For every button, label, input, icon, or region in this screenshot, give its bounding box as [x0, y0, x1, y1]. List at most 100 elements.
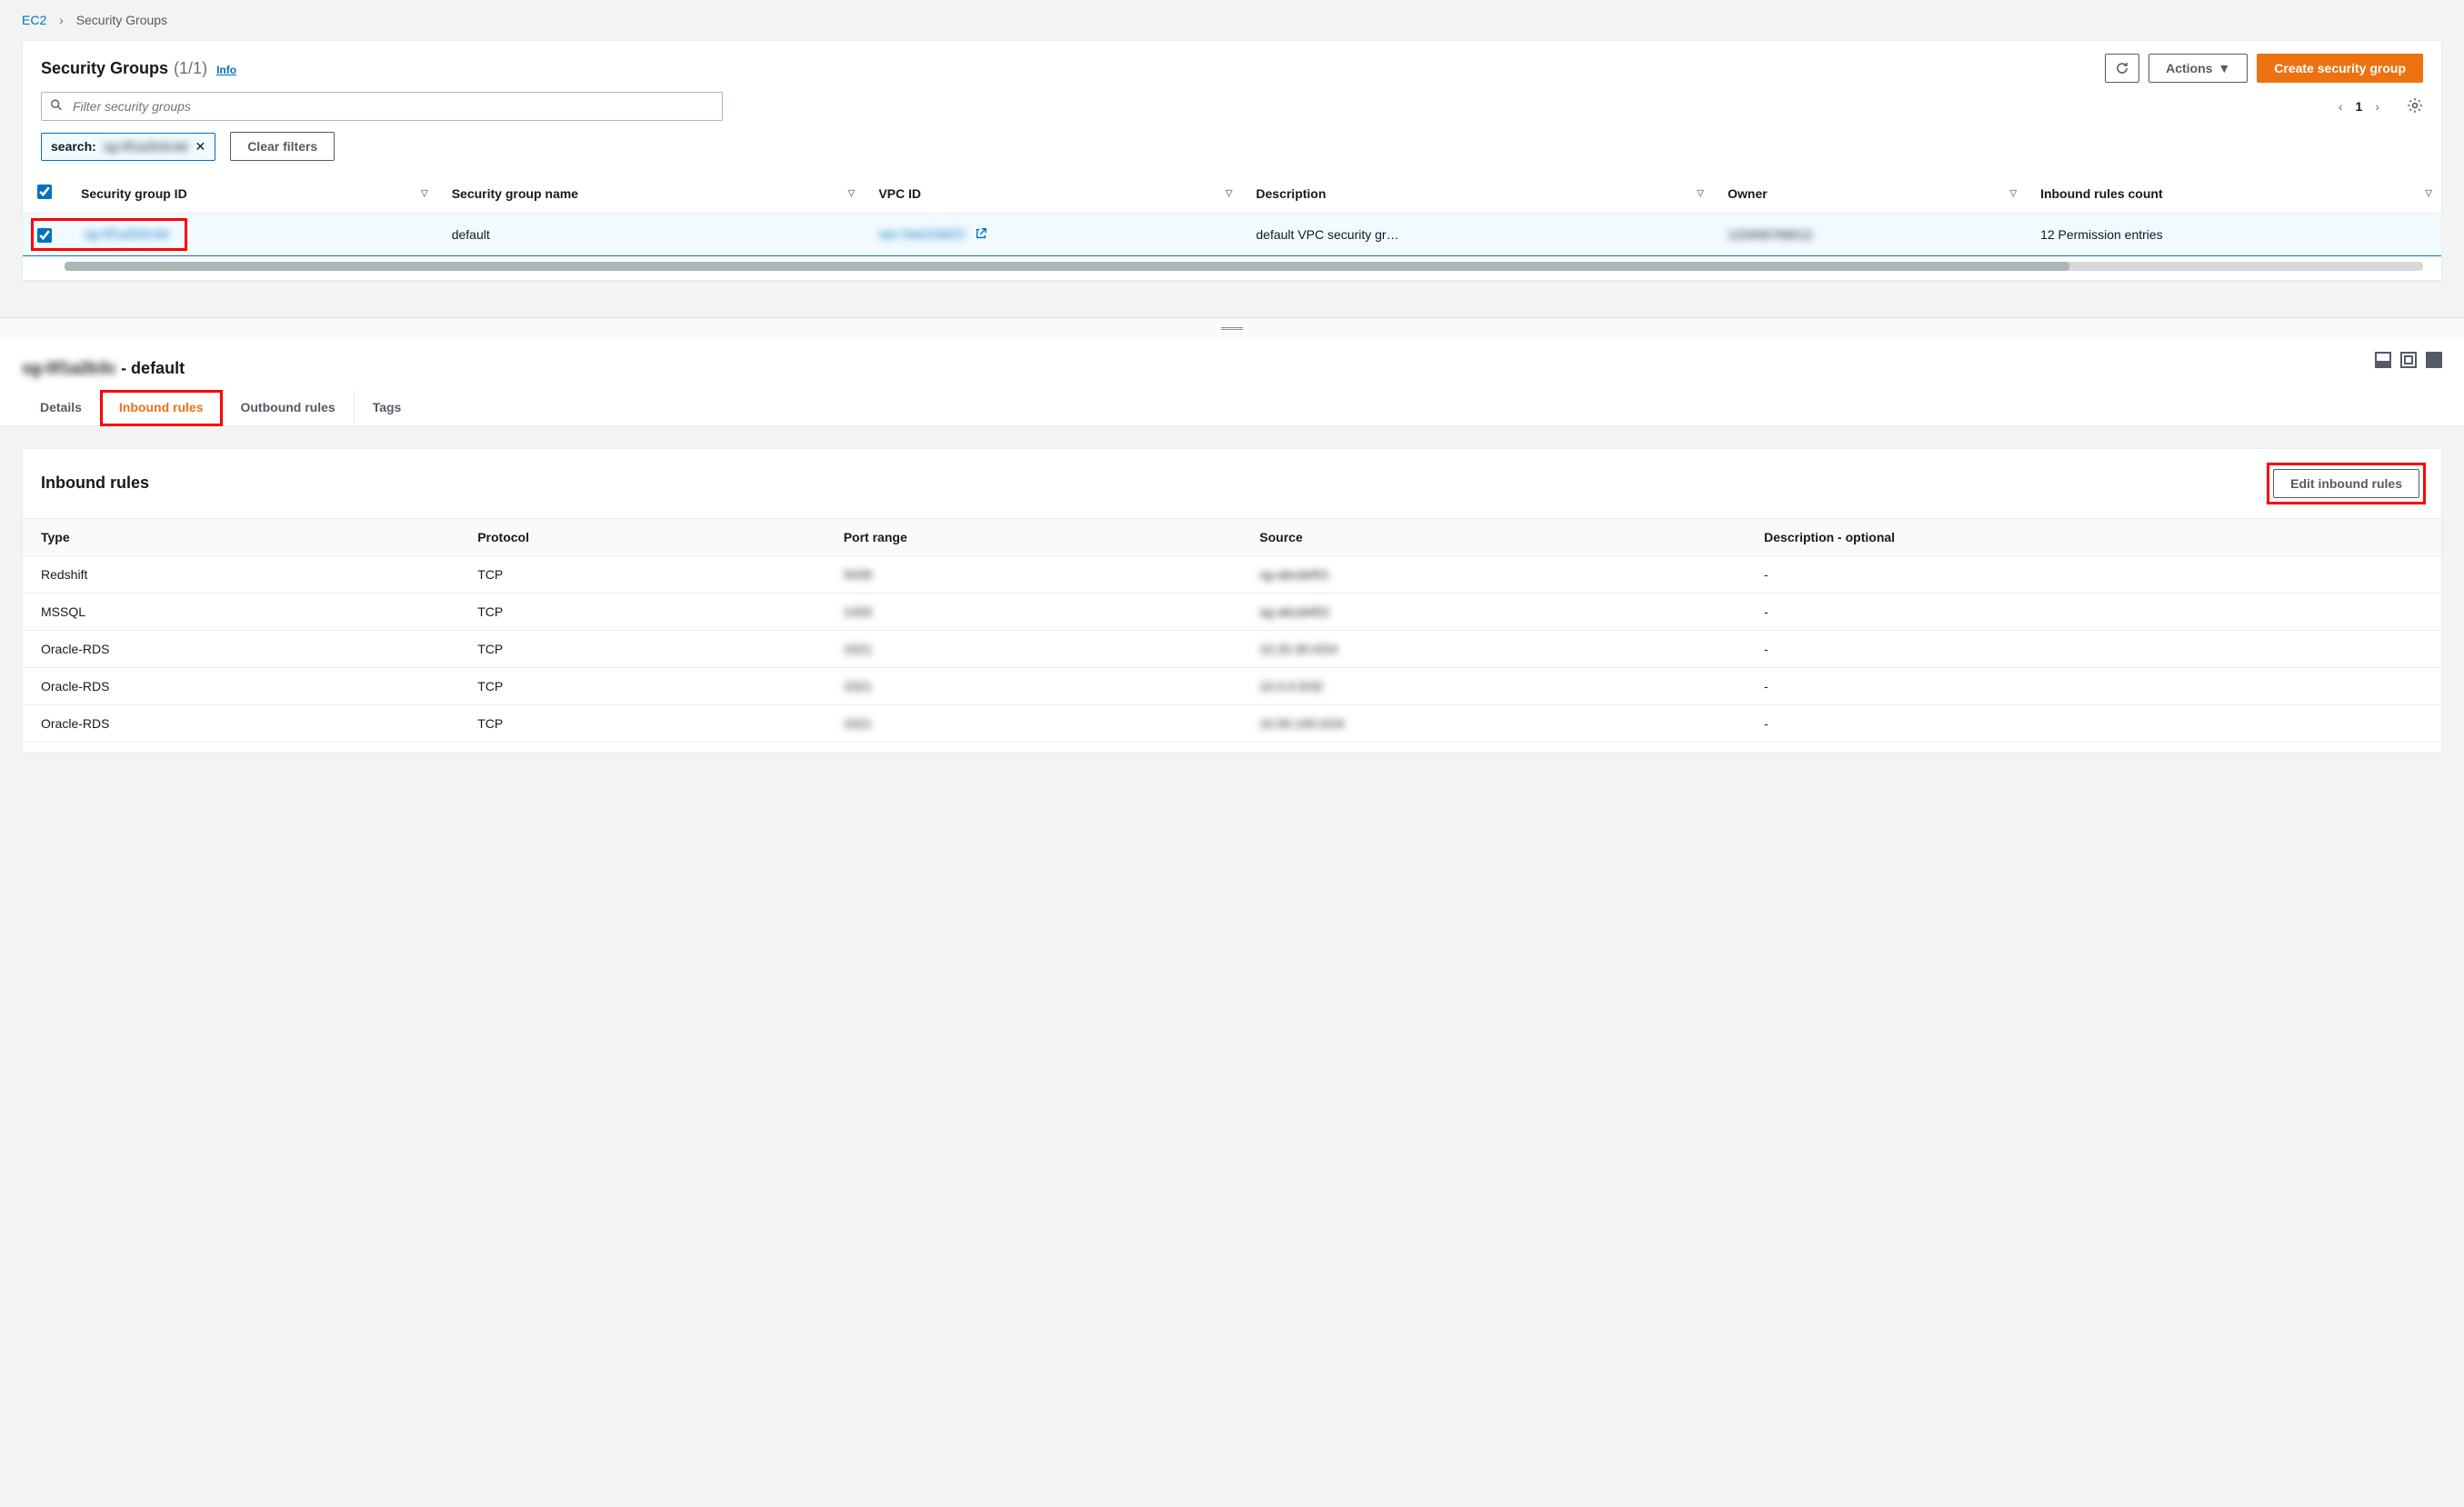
layout-full-icon[interactable] [2426, 352, 2442, 368]
tab-outbound-rules[interactable]: Outbound rules [222, 391, 354, 425]
create-security-group-button[interactable]: Create security group [2257, 54, 2423, 83]
breadcrumb-root-link[interactable]: EC2 [22, 13, 46, 27]
cell-description: - [1746, 630, 2441, 667]
col-vpc-id[interactable]: VPC ID▽ [864, 174, 1241, 214]
page-number: 1 [2356, 99, 2363, 114]
cell-description: - [1746, 667, 2441, 704]
cell-protocol: TCP [459, 667, 826, 704]
settings-gear-icon[interactable] [2407, 97, 2423, 116]
highlighted-selection: sg-0f1a2b3c4d [32, 219, 186, 249]
actions-label: Actions [2166, 61, 2212, 75]
cell-port: 1433 [826, 593, 1242, 630]
col-source: Source [1241, 518, 1746, 555]
pagination: ‹ 1 › [2339, 97, 2423, 116]
sg-id-link[interactable]: sg-0f1a2b3c4d [85, 226, 169, 241]
rule-row: MSSQLTCP1433sg-abcdef02- [23, 593, 2441, 630]
cell-inbound-count: 12 Permission entries [2026, 214, 2441, 256]
page-prev-icon[interactable]: ‹ [2339, 99, 2343, 114]
cell-owner: 123456789012 [1713, 214, 2026, 256]
cell-protocol: TCP [459, 555, 826, 593]
breadcrumb-current: Security Groups [76, 13, 167, 27]
inbound-rules-table: Type Protocol Port range Source Descript… [23, 518, 2441, 743]
cell-port: 1521 [826, 667, 1242, 704]
col-description[interactable]: Description▽ [1241, 174, 1713, 214]
cell-source: 10.0.0.5/32 [1241, 667, 1746, 704]
breadcrumb: EC2 › Security Groups [0, 0, 2464, 40]
rule-row: Oracle-RDSTCP152110.50.100.0/24- [23, 704, 2441, 742]
table-row[interactable]: sg-0f1a2b3c4d default vpc-0aa11bb22 defa… [23, 214, 2441, 256]
clear-filters-button[interactable]: Clear filters [230, 132, 335, 161]
cell-description: - [1746, 555, 2441, 593]
col-type: Type [23, 518, 459, 555]
cell-type: Oracle-RDS [23, 667, 459, 704]
rule-row: RedshiftTCP5439sg-abcdef01- [23, 555, 2441, 593]
title-count: (1/1) [174, 59, 207, 78]
cell-protocol: TCP [459, 704, 826, 742]
col-sg-name[interactable]: Security group name▽ [437, 174, 865, 214]
inbound-rules-heading: Inbound rules [41, 474, 149, 493]
col-inbound-count[interactable]: Inbound rules count▽ [2026, 174, 2441, 214]
horizontal-scrollbar[interactable] [65, 262, 2423, 271]
cell-source: sg-abcdef01 [1241, 555, 1746, 593]
select-all-checkbox[interactable] [37, 185, 52, 199]
search-icon [50, 99, 63, 115]
security-groups-panel: Security Groups (1/1) Info Actions ▼ Cre… [22, 40, 2442, 281]
panel-splitter[interactable] [0, 317, 2464, 339]
tab-inbound-rules[interactable]: Inbound rules [101, 391, 223, 425]
vpc-id-link[interactable]: vpc-0aa11bb22 [878, 226, 965, 241]
detail-sg-id: sg-0f1a2b3c [22, 359, 116, 377]
cell-port: 1521 [826, 630, 1242, 667]
title-text: Security Groups [41, 59, 168, 78]
caret-down-icon: ▼ [2218, 61, 2230, 75]
cell-type: MSSQL [23, 593, 459, 630]
col-owner[interactable]: Owner▽ [1713, 174, 2026, 214]
info-link[interactable]: Info [216, 64, 236, 76]
chip-value: sg-0f1a2b3c4d [104, 139, 188, 154]
detail-title: sg-0f1a2b3c - default [22, 348, 185, 384]
col-rule-description: Description - optional [1746, 518, 2441, 555]
cell-source: sg-abcdef02 [1241, 593, 1746, 630]
cell-source: 10.50.100.0/24 [1241, 704, 1746, 742]
refresh-icon [2115, 61, 2129, 75]
layout-split-icon[interactable] [2400, 352, 2417, 368]
col-port-range: Port range [826, 518, 1242, 555]
cell-vpc-id: vpc-0aa11bb22 [864, 214, 1241, 256]
cell-port: 5439 [826, 555, 1242, 593]
detail-tabs: Details Inbound rules Outbound rules Tag… [0, 384, 2464, 426]
page-next-icon[interactable]: › [2375, 99, 2379, 114]
remove-chip-icon[interactable]: ✕ [195, 139, 205, 155]
refresh-button[interactable] [2105, 54, 2139, 83]
grip-icon [1221, 327, 1243, 330]
sort-icon: ▽ [848, 188, 856, 198]
inbound-rules-panel: Inbound rules Edit inbound rules Type Pr… [22, 448, 2442, 753]
col-sg-id[interactable]: Security group ID▽ [66, 174, 437, 214]
cell-port: 1521 [826, 704, 1242, 742]
chip-key: search: [51, 139, 96, 154]
page-title: Security Groups (1/1) Info [41, 59, 236, 78]
cell-description: - [1746, 593, 2441, 630]
filter-chip[interactable]: search: sg-0f1a2b3c4d ✕ [41, 133, 215, 161]
cell-sg-name: default [437, 214, 865, 256]
rule-row: Oracle-RDSTCP152110.20.30.0/24- [23, 630, 2441, 667]
detail-sg-name: - default [116, 359, 185, 377]
chevron-right-icon: › [59, 13, 64, 27]
highlighted-edit-box: Edit inbound rules [2269, 465, 2423, 502]
security-groups-table: Security group ID▽ Security group name▽ … [23, 174, 2441, 256]
external-link-icon[interactable] [975, 227, 987, 243]
sort-icon: ▽ [1226, 188, 1233, 198]
cell-protocol: TCP [459, 630, 826, 667]
edit-inbound-rules-button[interactable]: Edit inbound rules [2273, 469, 2419, 498]
cell-type: Redshift [23, 555, 459, 593]
col-protocol: Protocol [459, 518, 826, 555]
cell-description: default VPC security gr… [1241, 214, 1713, 256]
tab-details[interactable]: Details [22, 391, 101, 425]
sort-icon: ▽ [2009, 188, 2017, 198]
row-checkbox[interactable] [37, 228, 52, 243]
rule-row: Oracle-RDSTCP152110.0.0.5/32- [23, 667, 2441, 704]
cell-type: Oracle-RDS [23, 630, 459, 667]
filter-input[interactable] [41, 92, 723, 121]
tab-tags[interactable]: Tags [355, 391, 420, 425]
layout-bottom-icon[interactable] [2375, 352, 2391, 368]
sort-icon: ▽ [1697, 188, 1704, 198]
actions-dropdown[interactable]: Actions ▼ [2148, 54, 2248, 83]
